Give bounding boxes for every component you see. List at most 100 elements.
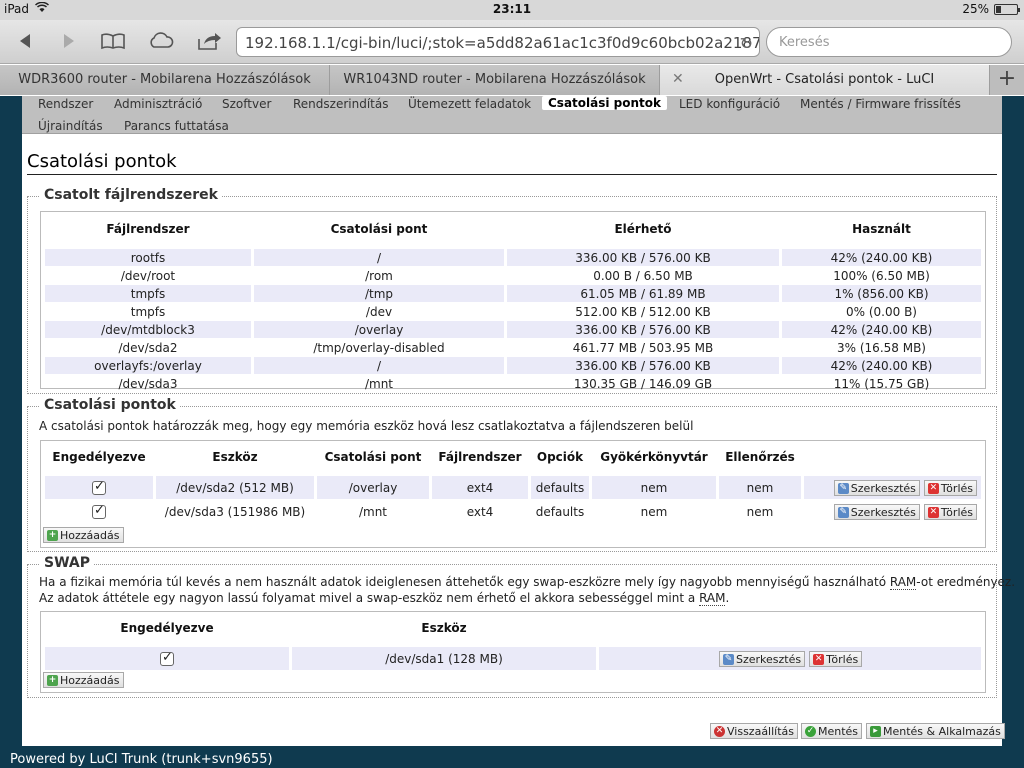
battery-icon	[994, 3, 1020, 15]
swap-section: SWAP Ha a fizikai memória túl kevés a ne…	[27, 555, 1015, 698]
search-input[interactable]: Keresés	[766, 27, 1012, 57]
url-text: 192.168.1.1/cgi-bin/luci/;stok=a5dd82a61…	[245, 34, 760, 52]
delete-button[interactable]: ✕ Törlés	[923, 480, 977, 497]
table-cell: /overlay	[317, 476, 429, 499]
menu-item-szoftver[interactable]: Szoftver	[222, 97, 271, 111]
add-swap-button[interactable]: + Hozzáadás	[43, 672, 124, 688]
table-cell: /dev/sda3 (151986 MB)	[164, 504, 306, 519]
section-legend: Csatolási pontok	[40, 397, 180, 413]
table-row: tmpfs/tmp 61.05 MB / 61.89 MB 1% (856.00 K…	[45, 285, 981, 302]
bookmarks-icon[interactable]	[98, 28, 128, 54]
desc-text: -ot eredményez.	[916, 575, 1016, 589]
delete-icon: ✕	[927, 482, 939, 494]
swap-table-wrap: Engedélyezve Eszköz /dev/sda1 (128 MB) ✎S…	[40, 611, 986, 693]
checkmark-icon: ✓	[805, 725, 816, 737]
mount-points-table: Engedélyezve Eszköz Csatolási pont Fájlr…	[42, 445, 984, 524]
enabled-checkbox[interactable]	[92, 479, 106, 495]
new-tab-button[interactable]: +	[990, 65, 1024, 95]
reload-icon[interactable]: ↻	[740, 34, 753, 53]
enabled-checkbox[interactable]	[160, 650, 174, 666]
menu-item-rendszer[interactable]: Rendszer	[38, 97, 93, 111]
menu-item-adminisztracio[interactable]: Adminisztráció	[114, 97, 202, 111]
edit-button[interactable]: ✎ Szerkesztés	[833, 504, 920, 521]
table-cell: /dev/mtdblock3	[45, 321, 251, 338]
edit-icon: ✎	[723, 653, 734, 665]
edit-button[interactable]: ✎ Szerkesztés	[833, 480, 920, 497]
table-cell: nem	[719, 476, 801, 499]
table-cell: 42% (240.00 KB)	[782, 357, 981, 374]
menu-item-csatolasi-pontok[interactable]: Csatolási pontok	[542, 96, 668, 110]
search-placeholder: Keresés	[779, 35, 830, 50]
enabled-checkbox[interactable]	[92, 503, 106, 519]
button-label: Mentés	[818, 724, 859, 738]
table-row: /dev/sda1 (128 MB)✎Szerkesztés✕Törlés	[45, 647, 981, 670]
menu-item-rendszerinditas[interactable]: Rendszerindítás	[293, 97, 388, 111]
table-cell: defaults	[531, 476, 589, 499]
table-cell: 130.35 GB / 146.09 GB	[573, 376, 713, 391]
share-icon[interactable]	[194, 28, 224, 54]
battery-fill	[996, 5, 1001, 13]
footer-powered-by: Powered by LuCI Trunk (trunk+svn9655)	[10, 752, 273, 767]
table-cell: rootfs	[45, 249, 251, 266]
battery-percent: 25%	[962, 2, 989, 16]
row-actions: ✎ Szerkesztés ✕ Törlés	[804, 500, 981, 523]
menu-item-parancs[interactable]: Parancs futtatása	[124, 119, 229, 133]
table-cell: tmpfs	[130, 304, 166, 319]
menu-item-mentes-firmware[interactable]: Mentés / Firmware frissítés	[800, 97, 961, 111]
swap-table: Engedélyezve Eszköz /dev/sda1 (128 MB) ✎S…	[42, 616, 984, 671]
browser-toolbar: 192.168.1.1/cgi-bin/luci/;stok=a5dd82a61…	[0, 20, 1024, 64]
section-legend: Csatolt fájlrendszerek	[40, 187, 222, 203]
back-icon[interactable]	[10, 28, 40, 54]
table-cell: 100% (6.50 MB)	[833, 268, 930, 283]
save-apply-button[interactable]: ▸ Mentés & Alkalmazás	[866, 723, 1005, 739]
tab-wdr3600[interactable]: WDR3600 router - Mobilarena Hozzászóláso…	[0, 65, 330, 95]
enabled-cell	[45, 476, 153, 499]
column-header: Fájlrendszer	[106, 222, 190, 236]
tab-title: OpenWrt - Csatolási pontok - LuCI	[714, 72, 935, 87]
table-cell: 1% (856.00 KB)	[782, 285, 981, 302]
icloud-tabs-icon[interactable]	[146, 28, 176, 54]
table-header-row: Fájlrendszer Csatolási pont Elérhető Has…	[45, 215, 981, 243]
section-legend: SWAP	[40, 555, 94, 571]
column-header: Csatolási pont	[330, 222, 428, 236]
table-cell: 61.05 MB / 61.89 MB	[507, 285, 779, 302]
save-button[interactable]: ✓ Mentés	[801, 723, 863, 739]
table-row: rootfs/336.00 KB / 576.00 KB 42% (240.00 …	[45, 249, 981, 266]
table-cell: nem	[640, 504, 668, 519]
menu-item-utemezett[interactable]: Ütemezett feladatok	[408, 97, 531, 111]
button-label: Szerkesztés	[850, 505, 916, 519]
table-cell: nem	[592, 476, 716, 499]
desc-text: .	[725, 591, 730, 605]
table-row: overlayfs:/overlay/336.00 KB / 576.00 KB…	[45, 357, 981, 374]
tab-bar: WDR3600 router - Mobilarena Hozzászóláso…	[0, 65, 1024, 95]
table-cell: /dev/root	[120, 268, 176, 283]
table-cell: 336.00 KB / 576.00 KB	[507, 321, 779, 338]
delete-button[interactable]: ✕ Törlés	[923, 504, 977, 521]
table-row: /dev/sda3/mnt 130.35 GB / 146.09 GB 11% (1…	[45, 375, 981, 392]
page-title: Csatolási pontok	[27, 151, 997, 175]
button-label: Mentés & Alkalmazás	[883, 724, 1001, 738]
edit-button[interactable]: ✎ Szerkesztés	[719, 651, 806, 668]
swap-description-line2: Az adatok áttétele egy nagyon lassú foly…	[39, 591, 730, 606]
table-cell: /tmp	[254, 285, 504, 302]
table-row: /dev/sda3 (151986 MB) /mnt ext4 defaults nem…	[45, 500, 981, 523]
tab-wr1043nd[interactable]: WR1043ND router - Mobilarena Hozzászólás…	[330, 65, 660, 95]
address-bar[interactable]: 192.168.1.1/cgi-bin/luci/;stok=a5dd82a61…	[236, 27, 760, 57]
table-cell: /dev/sda3	[118, 376, 178, 391]
table-header-row: Engedélyezve Eszköz Csatolási pont Fájlr…	[45, 446, 981, 468]
forward-icon[interactable]	[54, 28, 84, 54]
add-mount-button[interactable]: + Hozzáadás	[43, 527, 124, 543]
tab-close-icon[interactable]: ✕	[672, 71, 684, 87]
reset-button[interactable]: ✕ Visszaállítás	[710, 723, 799, 739]
add-icon: +	[47, 529, 58, 541]
menu-item-ujrainditas[interactable]: Újraindítás	[38, 119, 103, 133]
menu-item-led[interactable]: LED konfiguráció	[679, 97, 780, 111]
delete-button[interactable]: ✕ Törlés	[809, 651, 863, 668]
column-header: Opciók	[536, 450, 584, 464]
table-cell: 42% (240.00 KB)	[782, 321, 981, 338]
apply-icon: ▸	[870, 725, 881, 737]
tab-openwrt[interactable]: ✕ OpenWrt - Csatolási pontok - LuCI	[660, 65, 990, 95]
desc-text: Ha a fizikai memória túl kevés a nem has…	[39, 575, 890, 589]
top-menu: Rendszer Adminisztráció Szoftver Rendsze…	[22, 96, 1002, 134]
table-cell: /	[254, 249, 504, 266]
